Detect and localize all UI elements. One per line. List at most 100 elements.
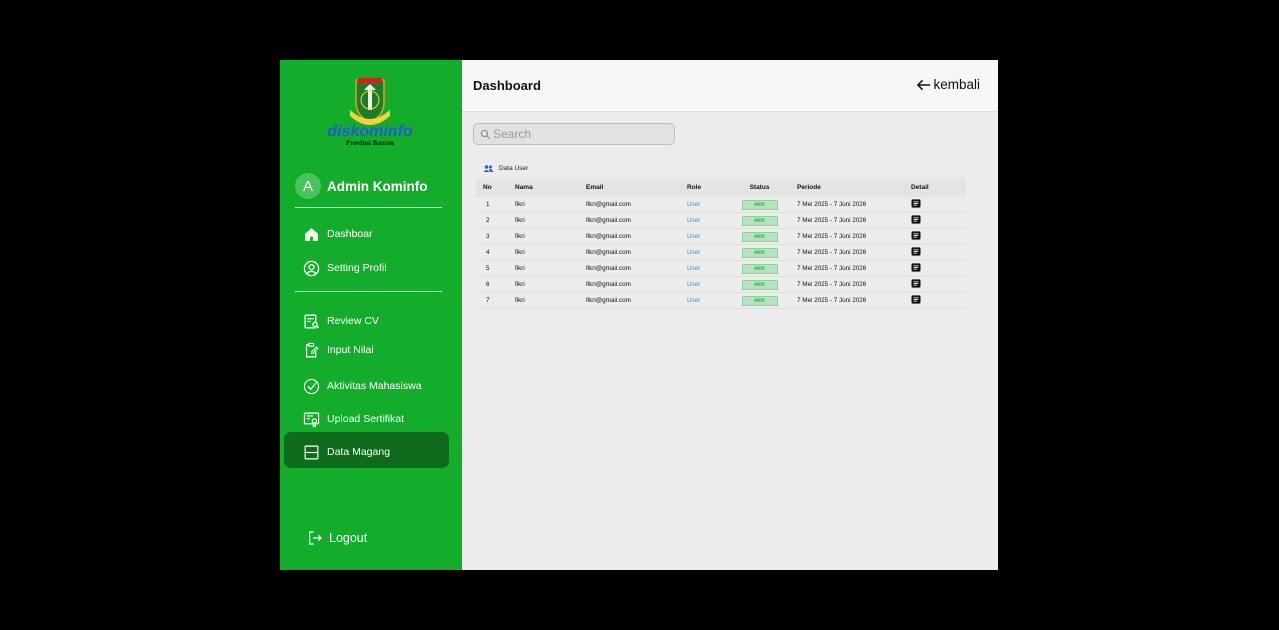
cell-detail [906, 215, 956, 226]
main-content: Dashboard kembali Data User No Nama Emai… [462, 60, 998, 570]
sidebar-item-label: Data Magang [327, 446, 391, 458]
cell-role-link[interactable]: User [683, 297, 729, 304]
cell-periode: 7 Mei 2025 - 7 Juni 2026 [797, 297, 867, 304]
cell-no: 6 [486, 281, 490, 288]
search-input[interactable] [493, 127, 663, 141]
logout-icon [309, 531, 322, 545]
search-icon [480, 129, 491, 139]
cell-no: 1 [486, 201, 490, 208]
sidebar-item-data-magang[interactable]: Data Magang [302, 440, 390, 464]
svg-text:diskominfo: diskominfo [327, 123, 413, 140]
sidebar-divider [295, 291, 442, 292]
cell-detail [906, 279, 956, 290]
back-button[interactable]: kembali [916, 77, 980, 92]
certificate-icon [302, 410, 320, 428]
home-icon [302, 225, 320, 243]
cell-detail [906, 231, 956, 242]
cell-role-link[interactable]: User [683, 249, 729, 256]
cell-periode: 7 Mei 2025 - 7 Juni 2026 [797, 249, 867, 256]
detail-icon[interactable] [911, 279, 921, 288]
detail-icon[interactable] [911, 215, 921, 224]
sidebar-divider [295, 207, 442, 208]
cell-periode: 7 Mei 2025 - 7 Juni 2026 [797, 233, 867, 240]
table-caption: Data User [483, 164, 528, 173]
topbar: Dashboard kembali [462, 60, 998, 112]
table-row: 1 fikri fikri@gmail.com User Aktif 7 Mei 2025… [476, 197, 966, 213]
cell-periode: 7 Mei 2025 - 7 Juni 2026 [797, 265, 867, 272]
cell-role-link[interactable]: User [683, 233, 729, 240]
detail-icon[interactable] [911, 199, 921, 208]
cell-detail [906, 247, 956, 258]
sidebar-item-label: Setting Profil [327, 262, 387, 274]
sidebar-item-dashboard[interactable]: Dashboar [302, 222, 373, 246]
status-badge: Aktif [741, 215, 778, 226]
cell-periode: 7 Mei 2025 - 7 Juni 2026 [797, 217, 867, 224]
clipboard-edit-icon [302, 341, 320, 359]
cell-no: 3 [486, 233, 490, 240]
status-badge: Aktif [741, 263, 778, 274]
column-header: Email [586, 184, 604, 191]
cv-review-icon [302, 312, 320, 330]
sidebar-item-input-nilai[interactable]: Input Nilai [302, 338, 374, 362]
sidebar-item-label: Review CV [327, 315, 379, 327]
cell-email: fikri@gmail.com [586, 297, 631, 304]
sidebar-item-aktivitas-mahasiswa[interactable]: Aktivitas Mahasiswa [302, 374, 422, 398]
status-badge: Aktif [741, 231, 778, 242]
cell-email: fikri@gmail.com [586, 249, 631, 256]
back-label: kembali [933, 77, 980, 92]
cell-detail [906, 263, 956, 274]
table-row: 3 fikri fikri@gmail.com User Aktif 7 Mei 2025… [476, 229, 966, 245]
status-badge: Aktif [741, 279, 778, 290]
cell-nama: fikri [515, 265, 525, 272]
sidebar-item-upload-sertifikat[interactable]: Upload Sertifikat [302, 407, 404, 431]
svg-text:Provinsi Banten: Provinsi Banten [346, 139, 394, 147]
users-icon [483, 165, 494, 172]
sidebar-item-review-cv[interactable]: Review CV [302, 309, 379, 333]
detail-icon[interactable] [911, 247, 921, 256]
detail-icon[interactable] [911, 263, 921, 272]
logout-label: Logout [329, 531, 368, 545]
cell-role-link[interactable]: User [683, 201, 729, 208]
admin-profile: A Admin Kominfo [295, 173, 428, 199]
logout-button[interactable]: Logout [307, 530, 367, 546]
table-row: 2 fikri fikri@gmail.com User Aktif 7 Mei 2025… [476, 213, 966, 229]
detail-icon[interactable] [911, 295, 921, 304]
cell-email: fikri@gmail.com [586, 233, 631, 240]
cell-nama: fikri [515, 233, 525, 240]
detail-icon[interactable] [911, 231, 921, 240]
status-badge: Aktif [741, 295, 778, 306]
cell-periode: 7 Mei 2025 - 7 Juni 2026 [797, 201, 867, 208]
cell-role-link[interactable]: User [683, 217, 729, 224]
cell-periode: 7 Mei 2025 - 7 Juni 2026 [797, 281, 867, 288]
table-body: 1 fikri fikri@gmail.com User Aktif 7 Mei 2025… [476, 197, 966, 309]
cell-email: fikri@gmail.com [586, 201, 631, 208]
user-table: No Nama Email Role Status Periode Detail… [476, 178, 966, 309]
app-window: diskominfo Provinsi Banten A Admin Komin… [280, 60, 998, 570]
sidebar-item-label: Upload Sertifikat [327, 413, 405, 425]
sidebar: diskominfo Provinsi Banten A Admin Komin… [280, 60, 462, 570]
cell-email: fikri@gmail.com [586, 265, 631, 272]
table-row: 5 fikri fikri@gmail.com User Aktif 7 Mei 2025… [476, 261, 966, 277]
cell-email: fikri@gmail.com [586, 281, 631, 288]
cell-status: Aktif [729, 199, 790, 210]
table-row: 7 fikri fikri@gmail.com User Aktif 7 Mei 2025… [476, 293, 966, 309]
cell-no: 2 [486, 217, 490, 224]
cell-role-link[interactable]: User [683, 265, 729, 272]
layout-icon [302, 443, 320, 461]
cell-status: Aktif [729, 295, 790, 306]
sidebar-item-label: Dashboar [327, 228, 373, 240]
sidebar-item-label: Aktivitas Mahasiswa [327, 380, 422, 392]
user-circle-icon [302, 259, 320, 277]
sidebar-item-setting-profil[interactable]: Setting Profil [302, 256, 387, 280]
status-badge: Aktif [741, 199, 778, 210]
cell-status: Aktif [729, 231, 790, 242]
diskominfo-logo: diskominfo Provinsi Banten [324, 76, 416, 148]
admin-name: Admin Kominfo [327, 178, 428, 194]
status-badge: Aktif [741, 247, 778, 258]
search-bar[interactable] [473, 123, 675, 145]
cell-role-link[interactable]: User [683, 281, 729, 288]
arrow-left-icon [917, 79, 931, 90]
sidebar-item-label: Input Nilai [327, 344, 374, 356]
cell-no: 4 [486, 249, 490, 256]
cell-email: fikri@gmail.com [586, 217, 631, 224]
